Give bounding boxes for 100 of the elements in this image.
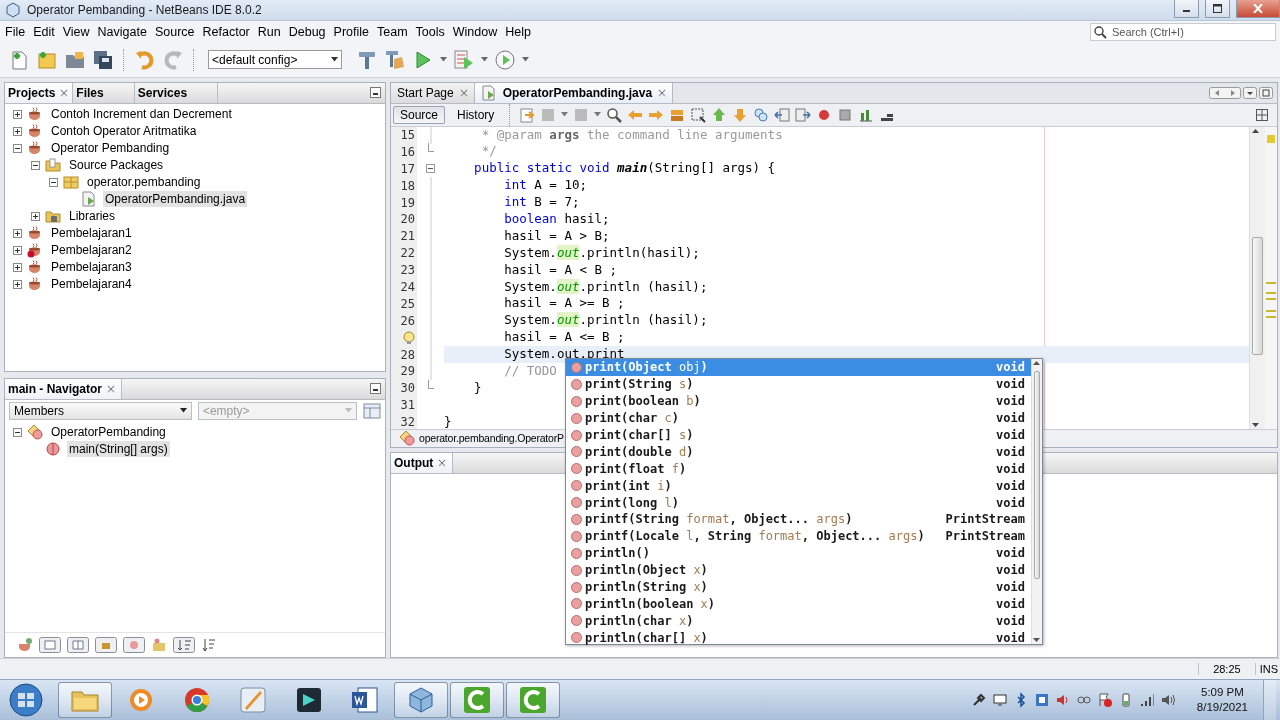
panel-tab[interactable]: Output xyxy=(391,452,454,473)
completion-item[interactable]: print(float f) void xyxy=(566,460,1031,478)
menu-item[interactable]: Help xyxy=(501,24,535,39)
completion-item[interactable]: printf(Locale l, String format, Object... args) PrintStream xyxy=(566,527,1031,545)
completion-item[interactable]: print(boolean b) void xyxy=(566,392,1031,410)
flag-error-icon[interactable] xyxy=(1096,692,1113,708)
magnifier-icon[interactable] xyxy=(606,106,623,123)
tree-item[interactable]: OperatorPembanding xyxy=(49,424,168,441)
completion-item[interactable]: print(double d) void xyxy=(566,443,1031,461)
members-dropdown[interactable]: Members xyxy=(9,401,192,420)
circle-frame-icon[interactable] xyxy=(123,637,145,654)
tree-toggle[interactable] xyxy=(13,228,22,238)
tree-item[interactable]: Contoh Operator Aritmatika xyxy=(49,123,199,140)
scrollbar[interactable] xyxy=(1031,359,1042,644)
tree-toggle[interactable] xyxy=(13,109,22,119)
panel-tab[interactable]: Services xyxy=(134,82,219,103)
shift-left-icon[interactable] xyxy=(774,106,791,123)
menu-item[interactable]: Refactor xyxy=(198,24,254,39)
view-toggle[interactable]: Source xyxy=(393,105,446,124)
tree-item[interactable]: Pembelajaran2 xyxy=(49,242,134,259)
speaker-icon[interactable] xyxy=(1054,692,1071,708)
scroll-up-icon[interactable] xyxy=(1032,359,1041,367)
panel-tab[interactable]: Projects xyxy=(5,82,74,103)
tree-item[interactable]: Pembelajaran1 xyxy=(49,225,134,242)
tag-icon[interactable] xyxy=(753,106,770,123)
lock-frame-icon[interactable] xyxy=(95,637,117,654)
caret-icon[interactable] xyxy=(331,57,338,63)
close-icon[interactable] xyxy=(459,88,468,97)
minimize-icon[interactable] xyxy=(370,87,381,99)
panel-tab[interactable]: main - Navigator xyxy=(5,378,123,399)
tree-item[interactable]: Contoh Increment dan Decrement xyxy=(49,106,234,123)
shift-right-icon[interactable] xyxy=(795,106,812,123)
completion-item[interactable]: println(boolean x) void xyxy=(566,595,1031,613)
tree-toggle[interactable] xyxy=(13,262,22,272)
minimize-icon[interactable] xyxy=(370,383,381,395)
clock-time[interactable]: 5:09 PM xyxy=(1201,685,1244,700)
breadcrumb[interactable]: operator.pembanding.OperatorP xyxy=(419,432,564,445)
menu-item[interactable]: Tools xyxy=(411,24,449,39)
editor-tab[interactable]: Start Page xyxy=(391,82,475,103)
fold-toggle[interactable] xyxy=(426,164,435,174)
tree-item[interactable]: Source Packages xyxy=(67,157,166,174)
cup-filter-icon[interactable] xyxy=(17,637,33,654)
stop-icon[interactable] xyxy=(837,106,854,123)
caret-icon[interactable] xyxy=(179,408,187,414)
completion-item[interactable]: printf(String format, Object... args) PrintStream xyxy=(566,511,1031,528)
sort-icon[interactable] xyxy=(201,637,217,654)
sort-order-icon[interactable] xyxy=(173,637,195,654)
search-field[interactable]: Search (Ctrl+I) xyxy=(1090,22,1276,41)
tree-toggle[interactable] xyxy=(13,279,22,289)
tree-toggle[interactable] xyxy=(13,143,22,153)
completion-item[interactable]: println(String x) void xyxy=(566,578,1031,596)
tree-item[interactable]: Operator Pembanding xyxy=(49,140,172,157)
menu-item[interactable]: Run xyxy=(253,24,285,39)
panel-tab[interactable]: Files xyxy=(73,82,135,103)
save-all-icon[interactable] xyxy=(92,48,114,71)
tree-toggle[interactable] xyxy=(13,126,22,136)
completion-item[interactable]: println(char[] x) void xyxy=(566,629,1031,647)
close-icon[interactable] xyxy=(658,88,667,97)
volume-icon[interactable] xyxy=(1159,692,1176,708)
scroll-down-icon[interactable] xyxy=(1032,636,1041,644)
menu-item[interactable]: Profile xyxy=(329,24,373,39)
tree-toggle[interactable] xyxy=(31,211,40,221)
selection-icon[interactable] xyxy=(690,106,707,123)
completion-item[interactable]: print(long l) void xyxy=(566,494,1031,511)
menu-item[interactable]: Window xyxy=(448,24,502,39)
tree-toggle[interactable] xyxy=(13,427,22,437)
close-icon[interactable] xyxy=(438,458,447,467)
close-icon[interactable] xyxy=(60,88,69,97)
completion-item[interactable]: print(String s) void xyxy=(566,375,1031,393)
tree-item[interactable]: operator.pembanding xyxy=(85,174,203,191)
tree-item[interactable]: OperatorPembanding.java xyxy=(103,191,248,208)
close-icon[interactable] xyxy=(107,384,116,393)
gauge-icon[interactable] xyxy=(494,48,516,71)
menu-item[interactable]: Navigate xyxy=(93,24,151,39)
completion-item[interactable]: print(char c) void xyxy=(566,409,1031,427)
tree-toggle[interactable] xyxy=(31,160,40,170)
scrollbar[interactable] xyxy=(1249,126,1265,429)
config-dropdown[interactable]: <default config> xyxy=(208,50,342,70)
monitor-icon[interactable] xyxy=(991,692,1008,708)
completion-item[interactable]: println(Object x) void xyxy=(566,561,1031,579)
menu-item[interactable]: View xyxy=(58,24,94,39)
menu-item[interactable]: File xyxy=(1,24,30,39)
panel-layout-icon[interactable] xyxy=(363,402,381,419)
completion-item[interactable]: print(int i) void xyxy=(566,477,1031,495)
view-toggle[interactable]: History xyxy=(450,105,502,124)
minimize-button[interactable] xyxy=(1174,0,1199,18)
split-frame-icon[interactable] xyxy=(67,637,89,654)
signal-icon[interactable] xyxy=(1138,692,1155,708)
completion-item[interactable]: println(char x) void xyxy=(566,612,1031,630)
square-frame-icon[interactable] xyxy=(39,637,61,654)
close-button[interactable] xyxy=(1236,0,1280,18)
clock-date[interactable]: 8/19/2021 xyxy=(1196,700,1248,715)
tree-item[interactable]: Pembelajaran3 xyxy=(49,259,134,276)
maximize-button[interactable] xyxy=(1205,0,1230,18)
lightbulb-icon[interactable] xyxy=(401,330,415,345)
tree-item[interactable]: main(String[] args) xyxy=(67,441,170,458)
tree-item[interactable]: Libraries xyxy=(67,208,118,225)
editor-tab[interactable]: OperatorPembanding.java xyxy=(474,82,674,103)
undo-icon[interactable] xyxy=(134,48,156,71)
menu-item[interactable]: Source xyxy=(150,24,199,39)
